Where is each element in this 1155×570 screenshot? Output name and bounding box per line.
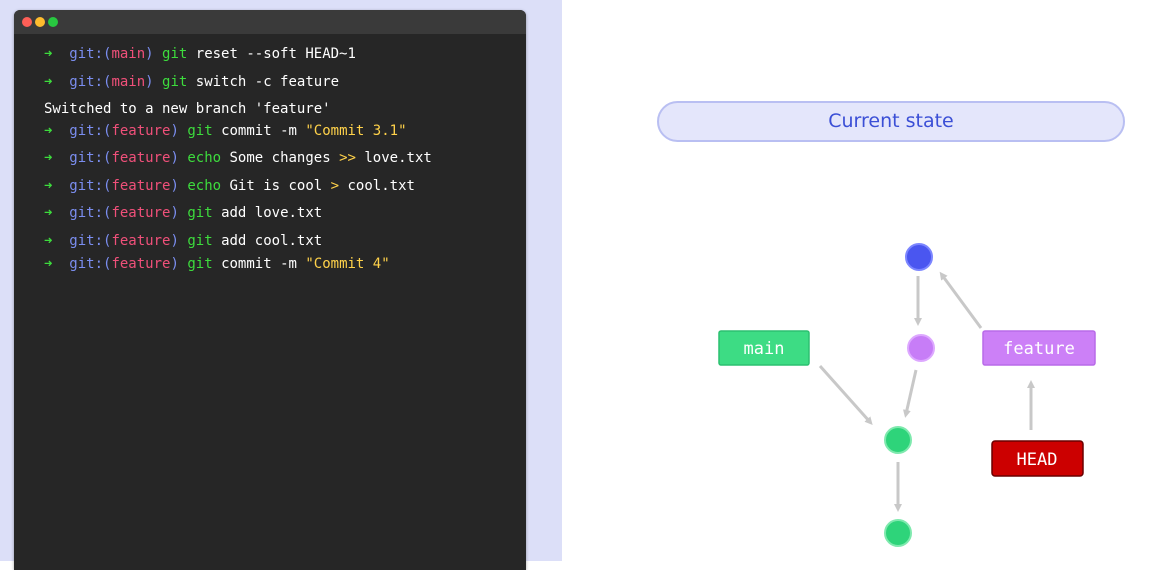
edge-commit31-to-commit2 bbox=[902, 369, 918, 418]
commit-node-blue[interactable] bbox=[905, 243, 933, 271]
edge-feature-to-commit4 bbox=[939, 271, 983, 329]
git-graph: main feature HEAD bbox=[718, 243, 1096, 547]
head-pointer-label[interactable]: HEAD bbox=[991, 440, 1084, 477]
edge-main-to-commit2 bbox=[818, 365, 873, 425]
commit-node-green[interactable] bbox=[884, 519, 912, 547]
commit-node-purple[interactable] bbox=[907, 334, 935, 362]
main-label-text: main bbox=[744, 339, 785, 359]
commit-node-green[interactable] bbox=[884, 426, 912, 454]
feature-label-text: feature bbox=[1003, 339, 1075, 359]
head-label-text: HEAD bbox=[1017, 450, 1058, 470]
main-branch-label[interactable]: main bbox=[718, 330, 810, 366]
feature-branch-label[interactable]: feature bbox=[982, 330, 1096, 366]
